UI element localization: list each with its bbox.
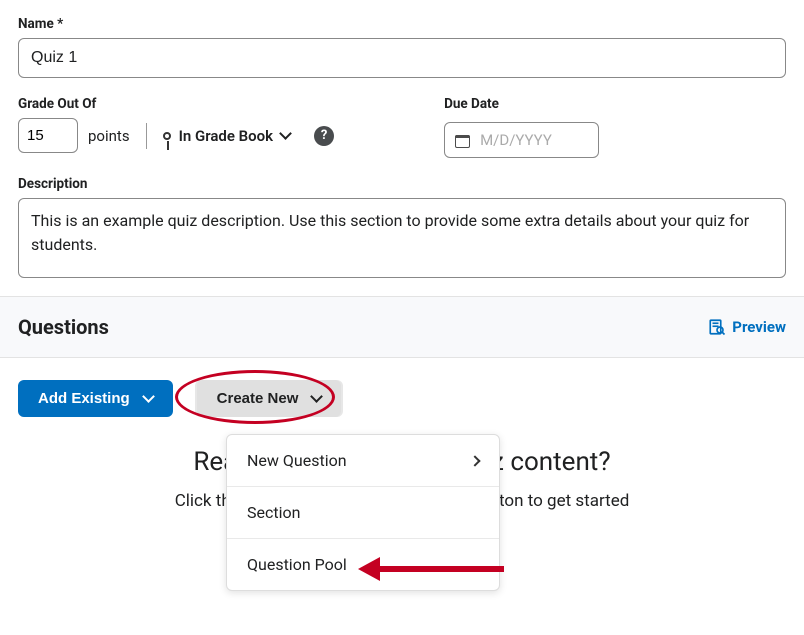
chevron-right-icon <box>469 455 480 466</box>
add-existing-button[interactable]: Add Existing <box>18 380 173 417</box>
in-gradebook-toggle[interactable]: In Grade Book <box>163 127 291 145</box>
points-label: points <box>88 127 130 145</box>
menu-item-label: Question Pool <box>247 555 347 574</box>
points-input[interactable] <box>18 118 78 153</box>
due-date-placeholder: M/D/YYYY <box>480 131 552 149</box>
add-existing-label: Add Existing <box>38 390 130 407</box>
menu-item-new-question[interactable]: New Question <box>227 435 499 487</box>
chevron-down-icon <box>142 390 155 403</box>
preview-label: Preview <box>732 318 786 336</box>
due-date-input[interactable]: M/D/YYYY <box>444 122 599 158</box>
menu-item-label: New Question <box>247 451 347 470</box>
menu-item-label: Section <box>247 503 300 522</box>
grade-label: Grade Out Of <box>18 96 334 112</box>
description-label: Description <box>18 176 786 192</box>
menu-item-section[interactable]: Section <box>227 487 499 539</box>
name-input[interactable] <box>18 38 786 78</box>
create-new-dropdown: New Question Section Question Pool <box>226 434 500 591</box>
calendar-icon <box>455 133 470 148</box>
create-new-button[interactable]: Create New <box>197 380 342 417</box>
due-date-label: Due Date <box>444 96 599 112</box>
divider <box>146 123 147 149</box>
description-textarea[interactable]: This is an example quiz description. Use… <box>18 198 786 278</box>
help-icon[interactable]: ? <box>314 126 334 146</box>
chevron-down-icon <box>279 127 292 140</box>
key-icon <box>163 132 171 140</box>
preview-link[interactable]: Preview <box>708 318 786 336</box>
create-new-label: Create New <box>217 390 299 407</box>
menu-item-question-pool[interactable]: Question Pool <box>227 539 499 590</box>
in-gradebook-label: In Grade Book <box>179 127 274 145</box>
name-label: Name * <box>18 16 786 32</box>
preview-search-icon <box>708 318 726 336</box>
chevron-down-icon <box>311 390 324 403</box>
questions-heading: Questions <box>18 315 109 339</box>
